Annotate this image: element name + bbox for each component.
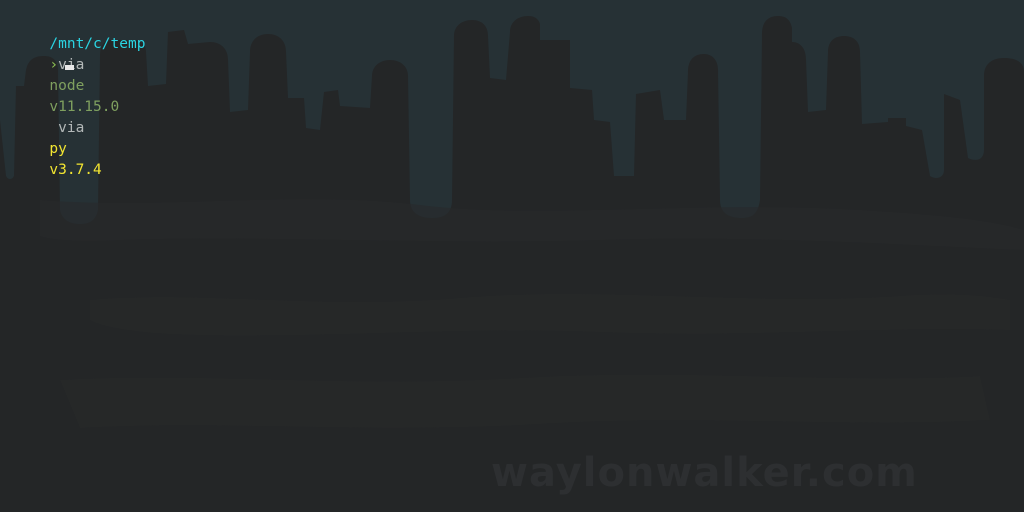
python-label: py <box>49 141 76 157</box>
text-cursor <box>65 65 75 70</box>
python-version: v3.7.4 <box>49 162 102 178</box>
prompt-chevron-icon: › <box>49 57 59 73</box>
node-version: v11.15.0 <box>49 99 120 115</box>
terminal-window[interactable]: /mnt/c/temp via node v11.15.0 via py v3.… <box>0 0 1024 512</box>
watermark-logo: waylonwalker.com <box>491 450 918 496</box>
via-label: via <box>49 120 94 136</box>
terminal-content[interactable]: /mnt/c/temp via node v11.15.0 via py v3.… <box>0 0 1024 512</box>
node-label: node <box>49 78 94 94</box>
command-input-line[interactable]: › <box>0 34 75 73</box>
